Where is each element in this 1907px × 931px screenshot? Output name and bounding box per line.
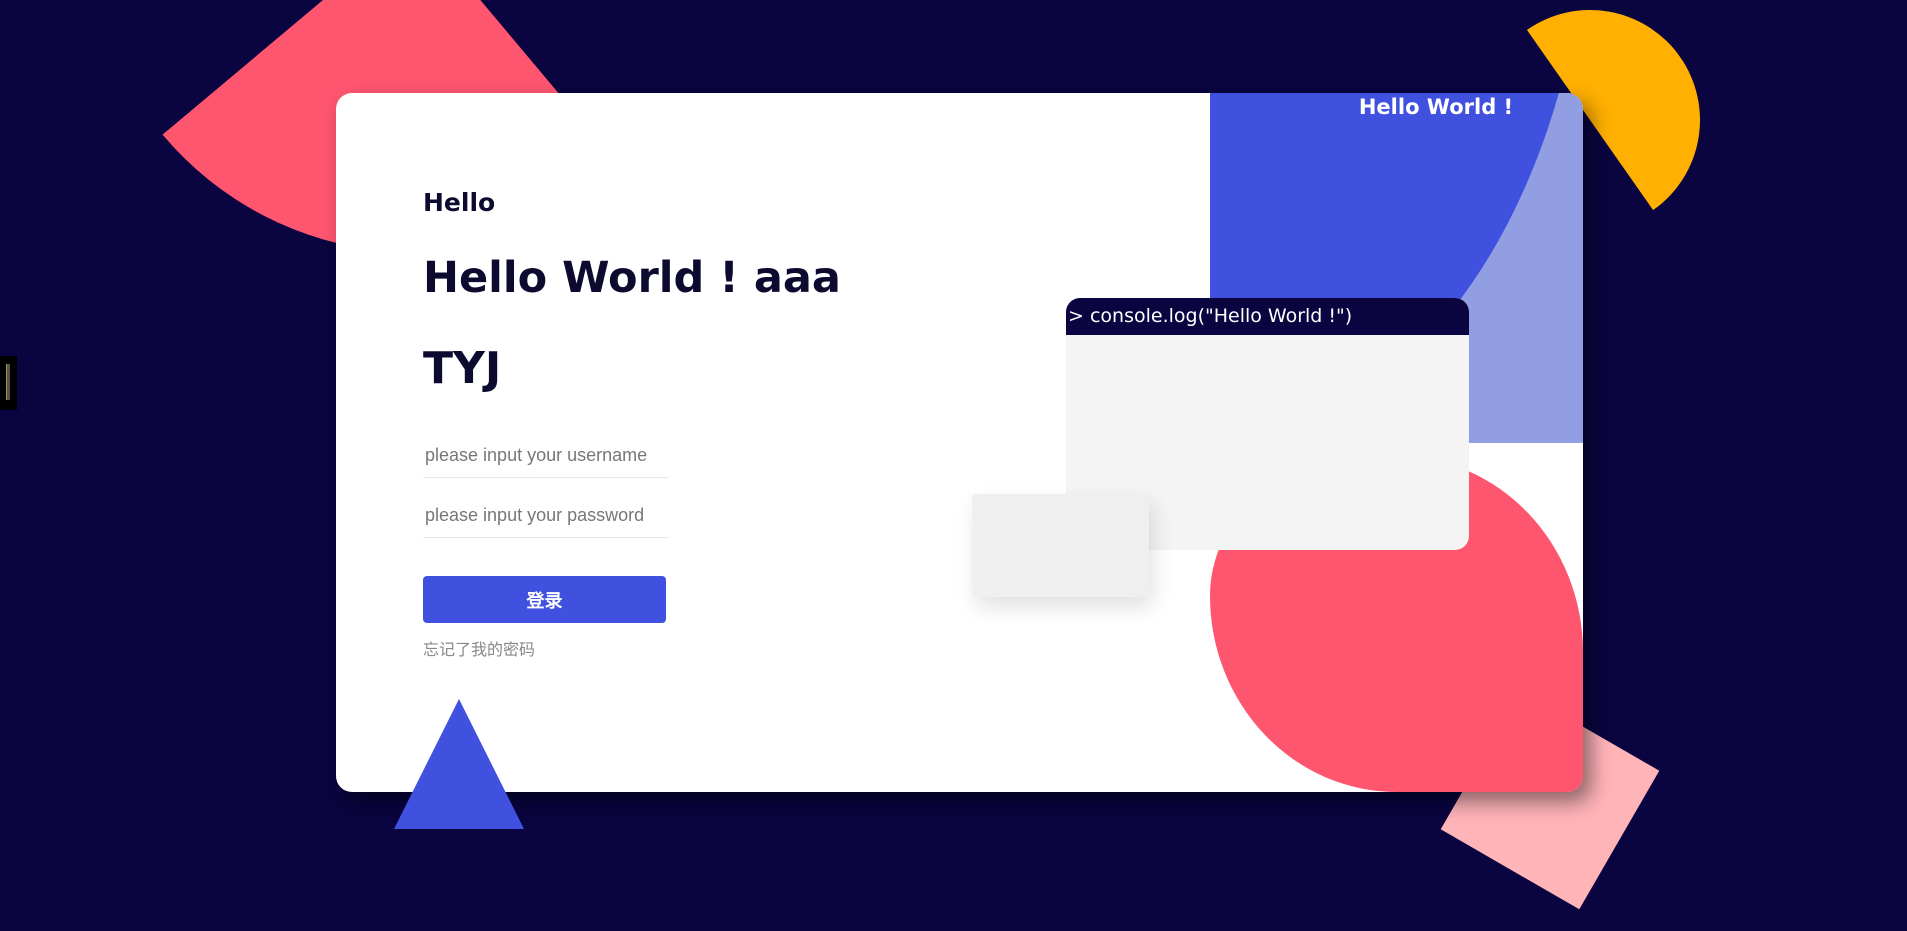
page-subtitle: TYJ xyxy=(423,343,502,394)
greeting-text: Hello xyxy=(423,188,496,217)
side-toolbar-widget-icon[interactable] xyxy=(0,356,17,410)
login-button[interactable]: 登录 xyxy=(423,576,666,623)
banner-text: Hello World ! xyxy=(1358,95,1514,119)
forgot-password-link[interactable]: 忘记了我的密码 xyxy=(423,636,535,660)
page-title: Hello World ! aaa xyxy=(423,253,841,303)
console-command-text: > console.log("Hello World !") xyxy=(1066,298,1469,335)
floating-card-decoration xyxy=(972,494,1149,597)
username-input[interactable] xyxy=(423,433,669,478)
page-background: Hello World ! Hello Hello World ! aaa TY… xyxy=(0,0,1907,931)
password-input[interactable] xyxy=(423,493,669,538)
blue-triangle-decoration xyxy=(394,699,524,829)
